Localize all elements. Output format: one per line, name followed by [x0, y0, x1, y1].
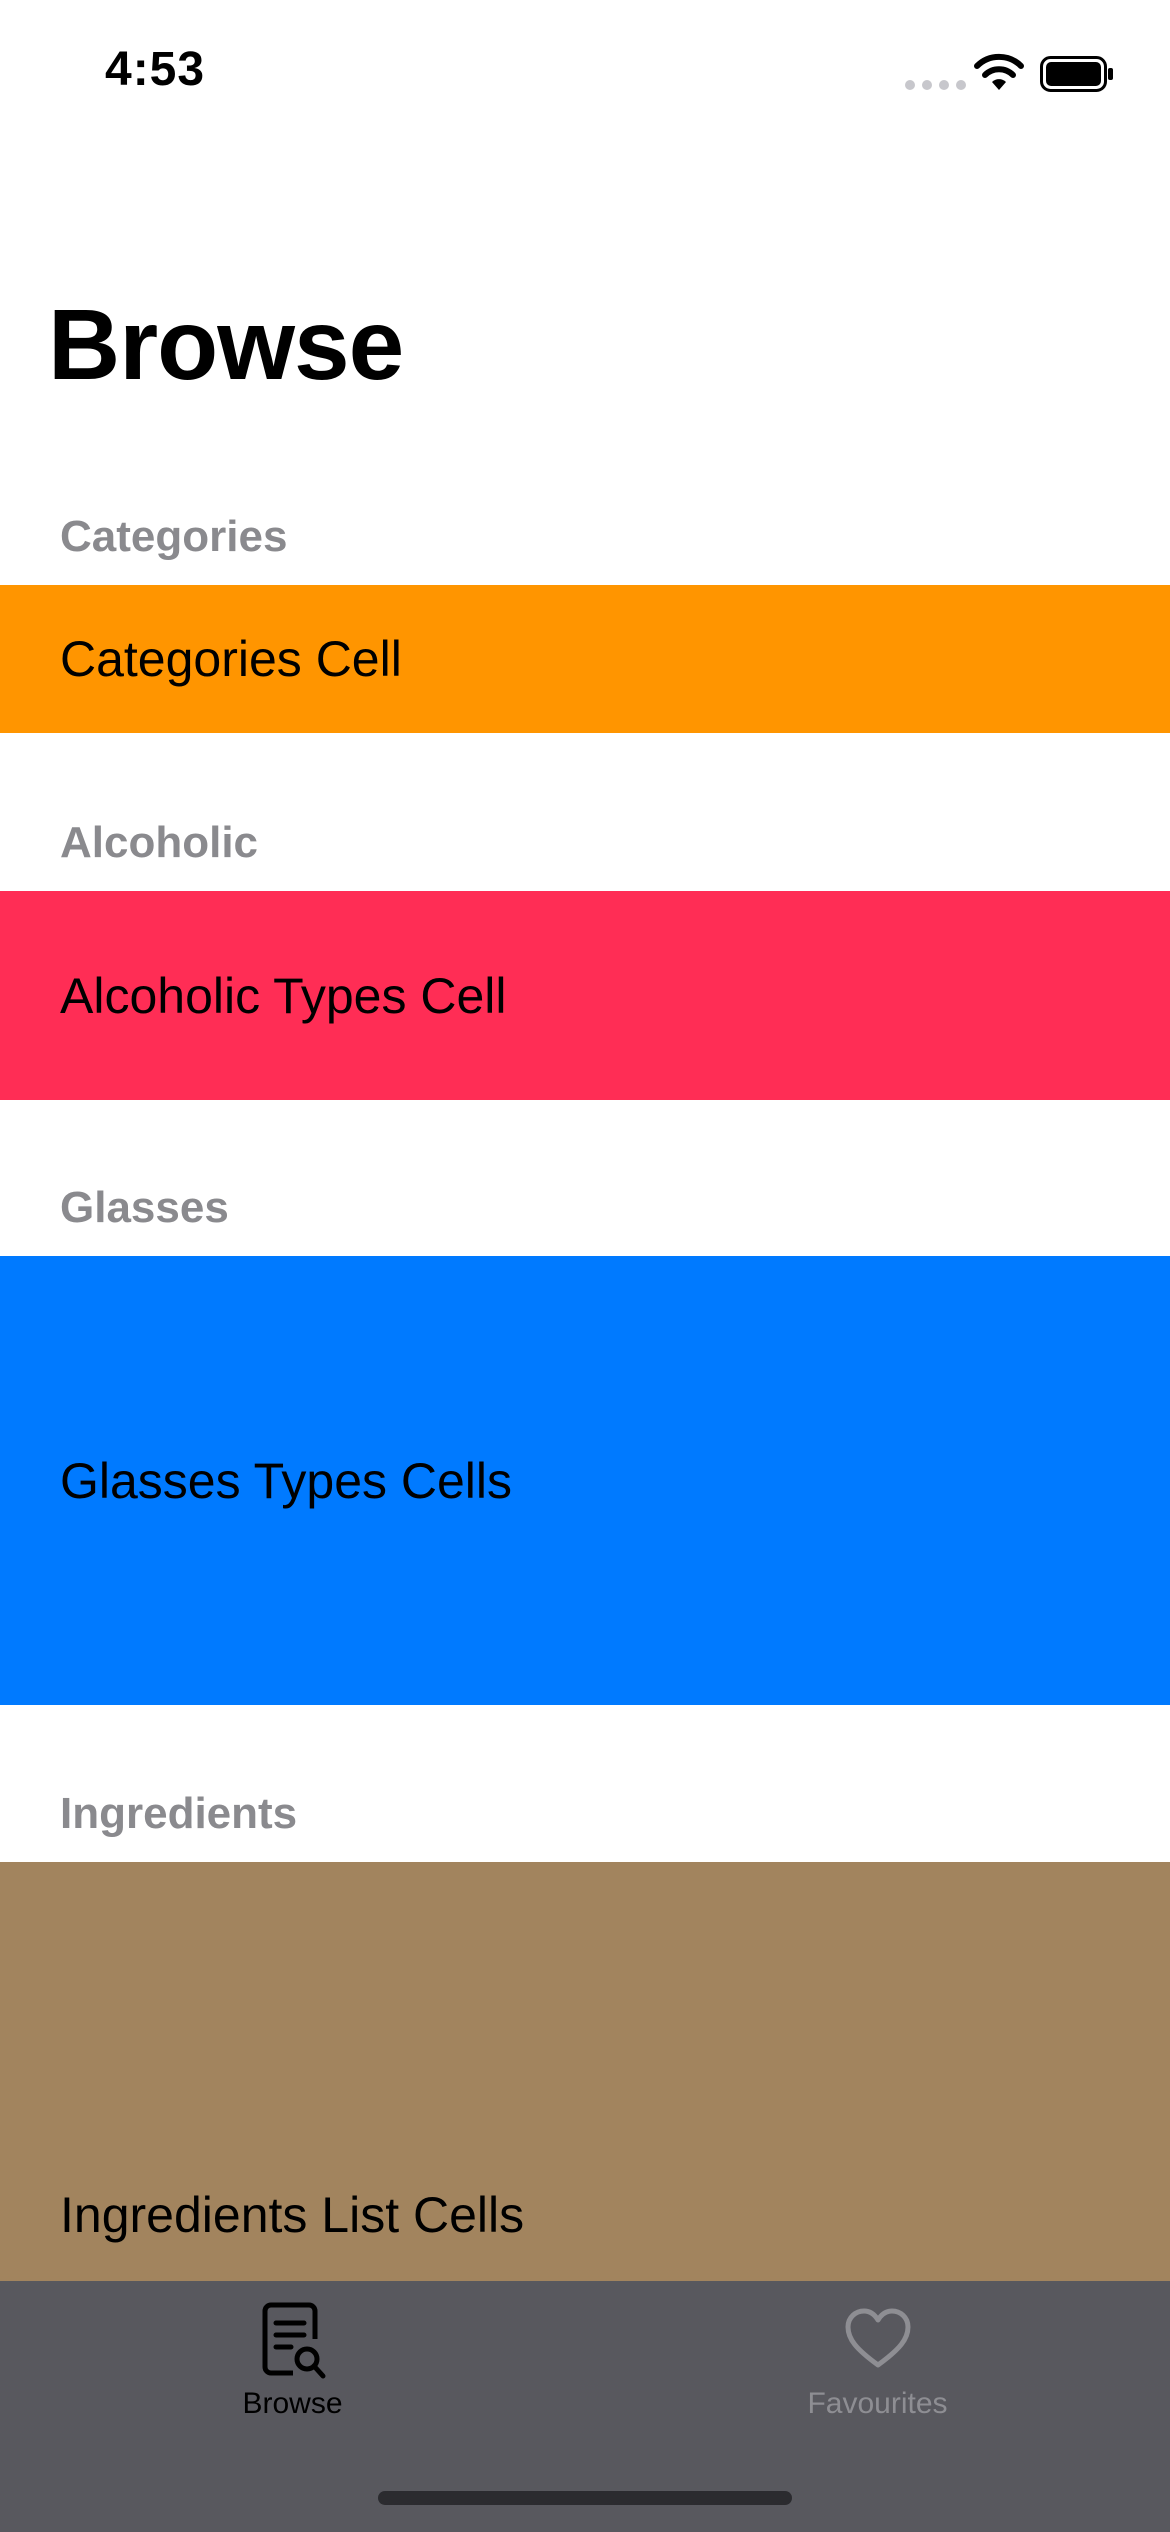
section-header-alcoholic: Alcoholic — [60, 818, 259, 867]
glasses-types-cell[interactable]: Glasses Types Cells — [0, 1256, 1170, 1705]
alcoholic-types-cell[interactable]: Alcoholic Types Cell — [0, 891, 1170, 1100]
tab-bar: Browse Favourites — [0, 2281, 1170, 2532]
status-time: 4:53 — [105, 43, 206, 96]
status-bar: 4:53 — [0, 0, 1170, 140]
cell-label: Categories Cell — [60, 631, 402, 687]
tab-label-favourites: Favourites — [807, 2387, 948, 2420]
home-indicator[interactable] — [378, 2491, 792, 2505]
tab-browse[interactable]: Browse — [0, 2281, 585, 2451]
tab-label-browse: Browse — [242, 2387, 343, 2420]
cell-label: Alcoholic Types Cell — [60, 967, 507, 1024]
section-header-ingredients: Ingredients — [60, 1789, 298, 1838]
cell-label: Glasses Types Cells — [60, 1452, 513, 1509]
section-header-glasses: Glasses — [60, 1183, 229, 1232]
ingredients-list-cell[interactable]: Ingredients List Cells — [0, 1862, 1170, 2282]
cell-label: Ingredients List Cells — [60, 2187, 525, 2243]
document-search-icon — [262, 2302, 325, 2379]
categories-cell[interactable]: Categories Cell — [0, 585, 1170, 733]
page-title: Browse — [48, 289, 404, 401]
heart-icon — [845, 2308, 910, 2368]
section-header-categories: Categories — [60, 512, 288, 561]
cellular-signal-icon — [905, 80, 966, 90]
wifi-icon — [974, 53, 1024, 90]
tab-favourites[interactable]: Favourites — [585, 2281, 1170, 2451]
battery-icon — [1040, 56, 1113, 92]
